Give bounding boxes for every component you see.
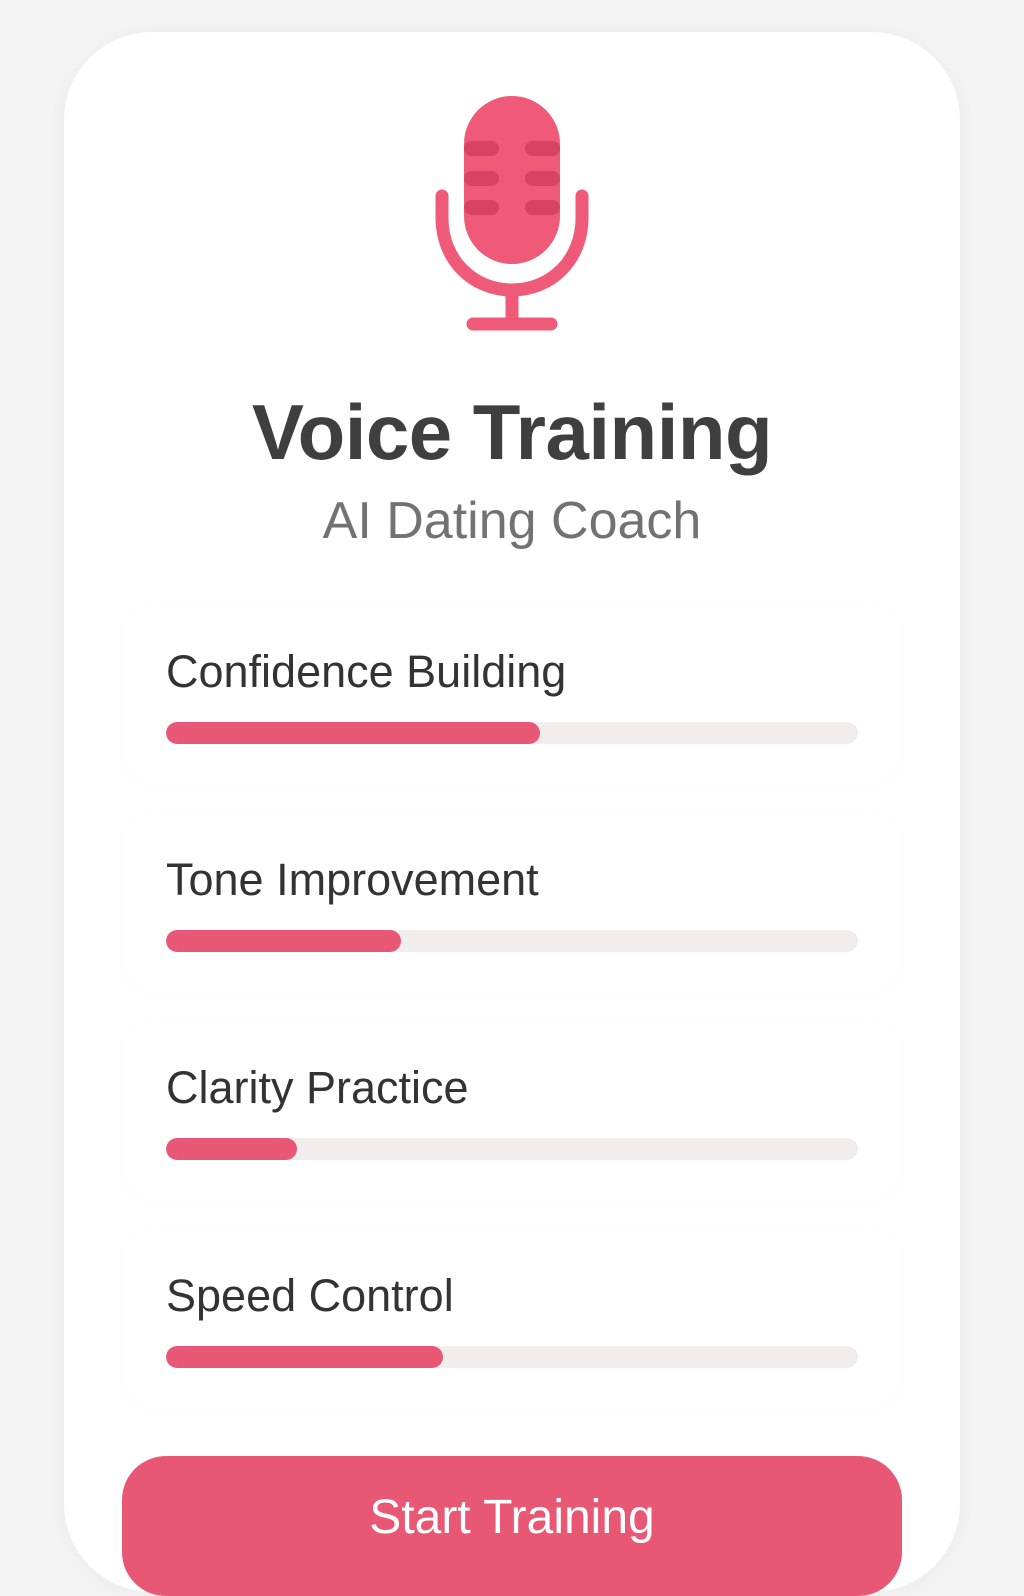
progress-fill — [166, 722, 540, 744]
progress-fill — [166, 930, 402, 952]
progress-track — [166, 1138, 858, 1160]
skill-card-clarity-practice[interactable]: Clarity Practice — [122, 1020, 902, 1202]
skill-label: Speed Control — [166, 1270, 454, 1321]
skill-label: Confidence Building — [166, 646, 567, 697]
skill-card-tone-improvement[interactable]: Tone Improvement — [122, 812, 902, 994]
skill-card-confidence-building[interactable]: Confidence Building — [122, 604, 902, 786]
page-subtitle: AI Dating Coach — [322, 492, 702, 550]
progress-track — [166, 1346, 858, 1368]
skill-label: Clarity Practice — [166, 1062, 469, 1113]
progress-fill — [166, 1346, 443, 1368]
progress-fill — [166, 1138, 298, 1160]
progress-track — [166, 930, 858, 952]
start-training-button[interactable]: Start Training — [122, 1456, 902, 1596]
page-title: Voice Training — [251, 388, 773, 476]
skill-label: Tone Improvement — [166, 854, 539, 905]
microphone-icon — [435, 96, 589, 331]
progress-track — [166, 722, 858, 744]
skill-card-speed-control[interactable]: Speed Control — [122, 1228, 902, 1410]
